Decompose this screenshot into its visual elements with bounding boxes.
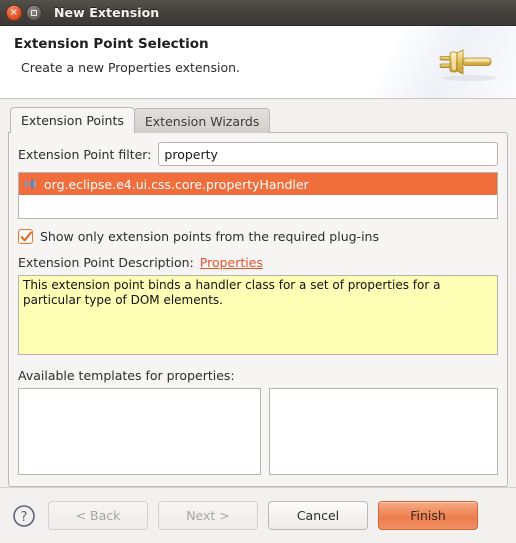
list-item-label: org.eclipse.e4.ui.css.core.propertyHandl…: [44, 176, 309, 192]
templates-preview-right[interactable]: [269, 388, 498, 475]
next-button[interactable]: Next >: [158, 501, 258, 530]
new-extension-dialog: × New Extension Extension Point Selectio…: [0, 0, 516, 543]
tab-panel-extension-points: Extension Point filter: org.eclips: [8, 132, 508, 487]
checkmark-icon: [20, 231, 33, 242]
description-link[interactable]: Properties: [200, 255, 263, 270]
help-button[interactable]: ?: [12, 504, 36, 528]
back-button[interactable]: < Back: [48, 501, 148, 530]
maximize-icon: [31, 9, 37, 16]
window-title: New Extension: [54, 5, 160, 20]
description-label: Extension Point Description:: [18, 255, 194, 270]
list-item[interactable]: org.eclipse.e4.ui.css.core.propertyHandl…: [19, 173, 497, 195]
dialog-button-bar: ? < Back Next > Cancel Finish: [0, 487, 516, 543]
required-plugins-checkbox-label: Show only extension points from the requ…: [40, 229, 379, 244]
tab-strip: Extension Points Extension Wizards: [8, 107, 508, 133]
required-plugins-checkbox[interactable]: [18, 229, 33, 244]
extension-point-filter-input[interactable]: [158, 142, 498, 166]
description-label-row: Extension Point Description: Properties: [18, 255, 498, 270]
cancel-button[interactable]: Cancel: [268, 501, 368, 530]
dialog-body: Extension Points Extension Wizards Exten…: [0, 99, 516, 487]
close-window-button[interactable]: ×: [6, 4, 22, 21]
templates-list-left[interactable]: [18, 388, 261, 475]
plug-icon: [430, 38, 502, 86]
filter-row: Extension Point filter:: [18, 142, 498, 166]
help-icon: ?: [13, 504, 35, 527]
wizard-banner: Extension Point Selection Create a new P…: [0, 26, 516, 99]
maximize-window-button[interactable]: [26, 4, 42, 21]
finish-button[interactable]: Finish: [378, 501, 478, 530]
required-plugins-checkbox-row[interactable]: Show only extension points from the requ…: [18, 229, 498, 244]
page-title: Extension Point Selection: [14, 36, 209, 52]
svg-text:?: ?: [21, 510, 28, 525]
filter-label: Extension Point filter:: [18, 146, 152, 162]
extension-point-icon: [23, 176, 39, 192]
templates-row: [18, 388, 498, 477]
tab-extension-points-label: Extension Points: [21, 113, 124, 128]
close-icon: ×: [9, 6, 19, 18]
window-titlebar: × New Extension: [0, 0, 516, 26]
templates-label: Available templates for properties:: [18, 368, 235, 383]
tab-extension-wizards[interactable]: Extension Wizards: [133, 108, 271, 133]
description-text-box: This extension point binds a handler cla…: [18, 275, 498, 355]
tab-extension-points[interactable]: Extension Points: [10, 107, 135, 133]
tab-extension-wizards-label: Extension Wizards: [144, 114, 260, 129]
extension-points-list[interactable]: org.eclipse.e4.ui.css.core.propertyHandl…: [18, 172, 498, 219]
